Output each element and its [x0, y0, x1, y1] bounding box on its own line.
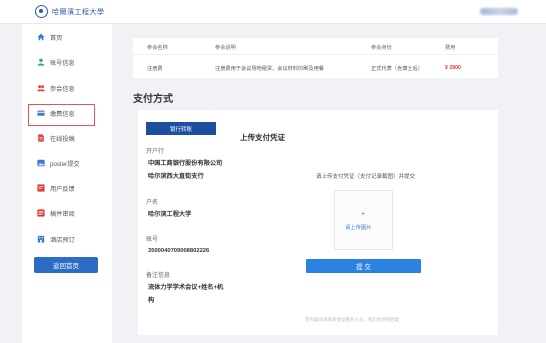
sidebar-item-home[interactable]: 首页 — [28, 28, 113, 46]
sidebar-item-label: poster提交 — [50, 160, 80, 168]
fee-amount: ¥ 2800 — [445, 65, 461, 71]
bank-transfer-card: 银行转账 开户行 中国工商银行股份有限公司哈尔滨西大直街支行 户名 哈尔滨工程大… — [138, 110, 230, 335]
account-bank-value: 中国工商银行股份有限公司哈尔滨西大直街支行 — [148, 160, 223, 180]
bank-transfer-tab[interactable]: 银行转账 — [146, 122, 216, 135]
sidebar-item-label: 首页 — [50, 34, 63, 42]
table-cell: 正式代表（含博士后） — [371, 66, 423, 72]
fee-table: 参会名称 参会说明 参会身份 费用 注册费 注册费用于会议场地租赁、会议材料印刷… — [133, 38, 498, 78]
column-header: 参会身份 — [371, 45, 392, 51]
active-item-highlight — [28, 104, 95, 126]
sidebar-item-account[interactable]: 账号信息 — [28, 53, 113, 71]
remark-value: 流体力学学术会议+姓名+机构 — [148, 284, 224, 304]
upload-title: 上传支付凭证 — [240, 133, 285, 142]
upload-hint: 请上传支付凭证（支付记录截图）并提交 — [316, 174, 416, 180]
upload-box-label: 请上传图片 — [345, 225, 372, 231]
column-header: 参会说明 — [215, 45, 236, 51]
sidebar-item-label: 用户反馈 — [50, 185, 75, 193]
sidebar-item-poster[interactable]: poster提交 — [28, 154, 113, 172]
attendees-icon — [37, 84, 45, 92]
remark-label: 备注信息 — [146, 273, 171, 279]
sidebar-item-review[interactable]: 稿件审阅 — [28, 204, 113, 222]
sidebar-item-attendees[interactable]: 参会信息 — [28, 79, 113, 97]
table-cell: 注册费用于会议场地租赁、会议材料印刷及用餐 — [215, 66, 324, 72]
upload-card: 上传支付凭证 请上传支付凭证（支付记录截图）并提交 + 请上传图片 提 交 若有… — [230, 110, 498, 335]
account-number-label: 账号 — [146, 237, 159, 243]
account-bank-label: 开户行 — [146, 149, 165, 155]
back-home-button[interactable]: 返回首页 — [34, 257, 98, 273]
home-icon — [37, 33, 45, 41]
university-logo[interactable]: 哈爾濱工程大學 — [35, 5, 105, 18]
table-divider — [133, 54, 498, 55]
sidebar-item-label: 在线投稿 — [50, 135, 75, 143]
account-name-value: 哈尔滨工程大学 — [148, 211, 192, 218]
submission-icon — [37, 134, 45, 142]
account-name-label: 户名 — [146, 200, 159, 206]
column-header: 费用 — [445, 45, 456, 51]
sidebar: 首页 账号信息 参会信息 缴费信息 在线投稿 poster提交 用户反馈 稿件审… — [22, 24, 112, 343]
image-upload-box[interactable]: + 请上传图片 — [334, 190, 393, 250]
table-cell: 注册费 — [147, 66, 163, 72]
sidebar-item-label: 酒店预订 — [50, 236, 75, 244]
sidebar-item-submission[interactable]: 在线投稿 — [28, 129, 113, 147]
account-number-value: 3500040709008802226 — [148, 248, 210, 254]
logo-text: 哈爾濱工程大學 — [52, 7, 105, 16]
top-bar: 哈爾濱工程大學 — [0, 0, 546, 24]
column-header: 参会名称 — [147, 45, 168, 51]
plus-icon: + — [361, 211, 366, 218]
hotel-icon — [37, 235, 45, 243]
payment-section-title: 支付方式 — [133, 94, 173, 105]
poster-icon — [37, 159, 45, 167]
university-seal-icon — [35, 5, 48, 18]
user-account-menu[interactable] — [480, 8, 518, 15]
account-icon — [37, 58, 45, 66]
sidebar-item-label: 参会信息 — [50, 85, 75, 93]
sidebar-item-feedback[interactable]: 用户反馈 — [28, 179, 113, 197]
submit-button[interactable]: 提 交 — [306, 259, 421, 273]
feedback-icon — [37, 184, 45, 192]
sidebar-item-hotel[interactable]: 酒店预订 — [28, 230, 113, 248]
review-icon — [37, 209, 45, 217]
footnote: 若有疑问请联系会议服务人员，我们会尽快回复 — [305, 317, 400, 322]
sidebar-item-label: 账号信息 — [50, 59, 75, 67]
sidebar-item-label: 稿件审阅 — [50, 210, 75, 218]
